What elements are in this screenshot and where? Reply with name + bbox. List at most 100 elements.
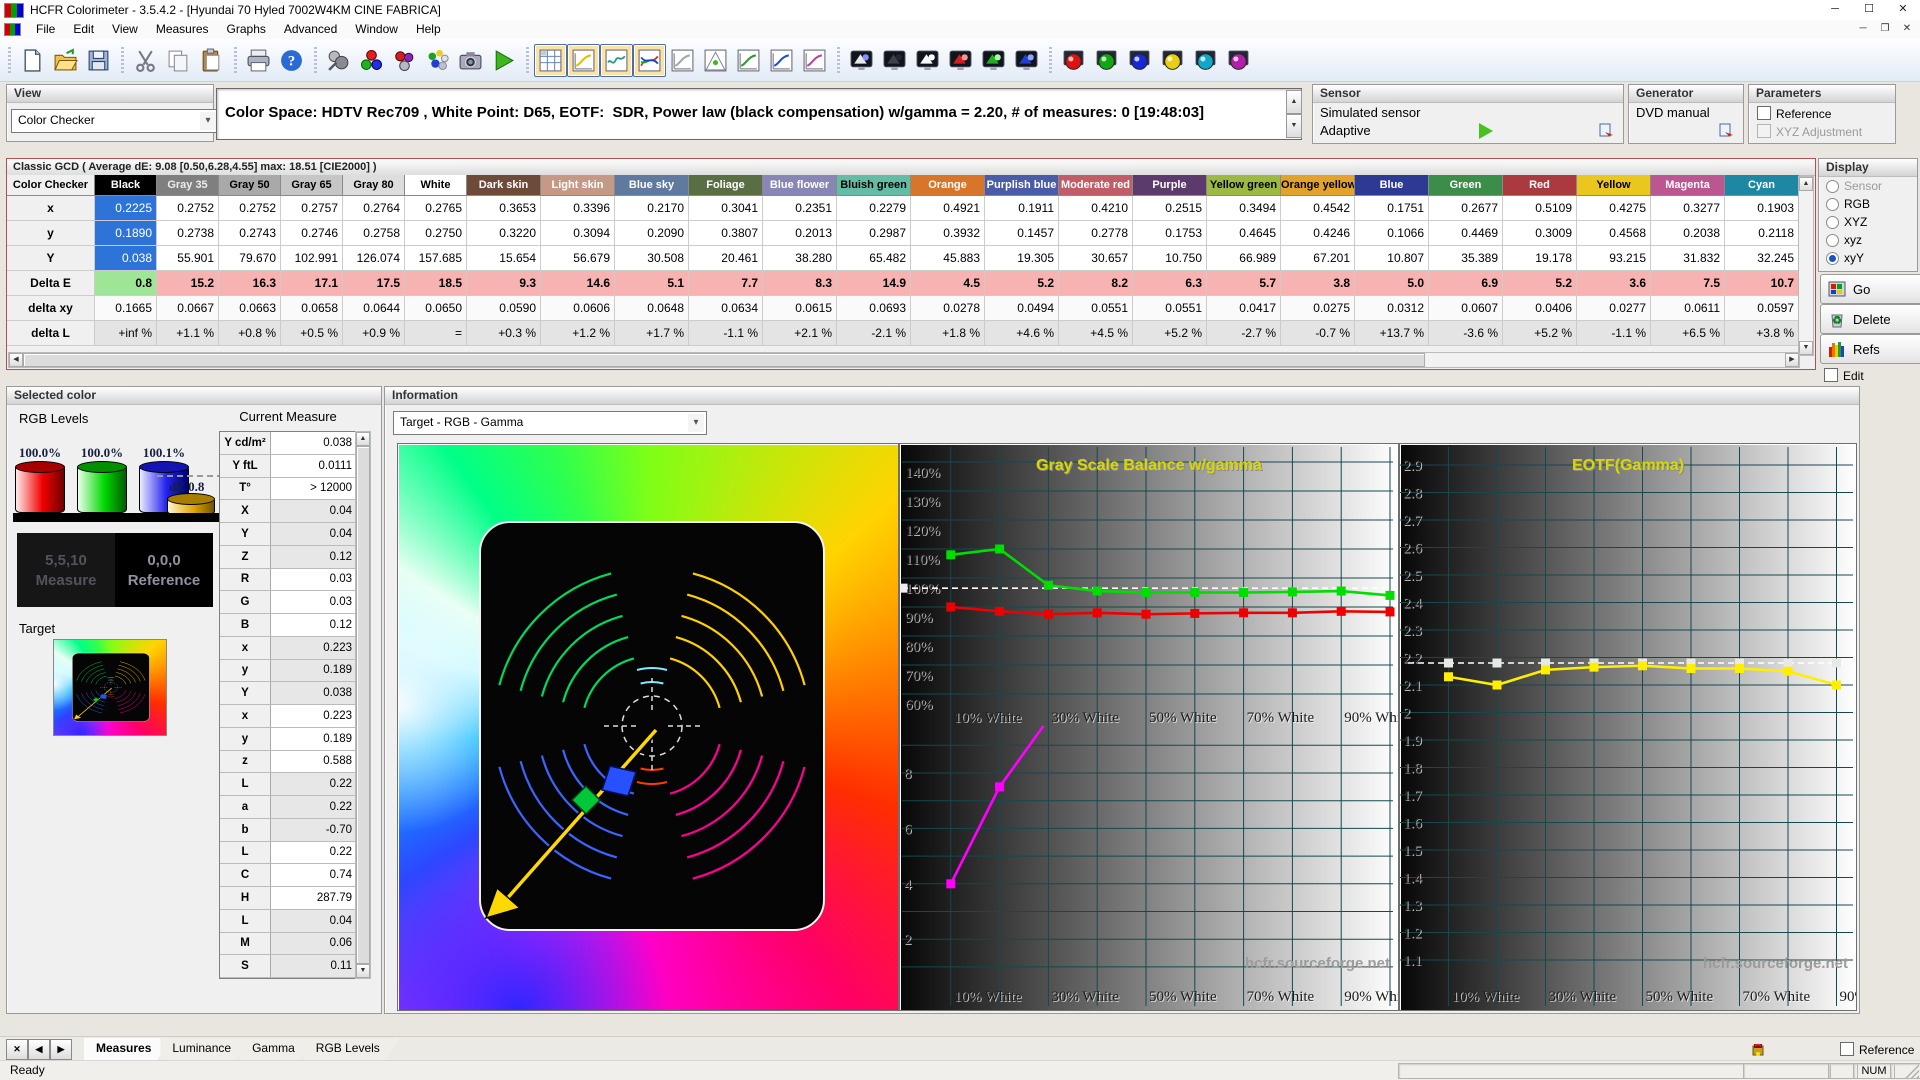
print-button[interactable] xyxy=(242,44,275,77)
table-cell[interactable]: 35.389 xyxy=(1429,246,1503,271)
spin-down-icon[interactable]: ▼ xyxy=(1286,114,1302,138)
table-cell[interactable]: 9.3 xyxy=(467,271,541,296)
table-cell[interactable]: 65.482 xyxy=(837,246,911,271)
measure-sat-green-button[interactable] xyxy=(977,44,1010,77)
view-colortemp-button[interactable] xyxy=(699,44,732,77)
table-cell[interactable]: 0.2038 xyxy=(1651,221,1725,246)
tab-rgb-levels[interactable]: RGB Levels xyxy=(304,1038,400,1060)
next-tab-icon[interactable]: ▶ xyxy=(50,1039,72,1060)
menu-graphs[interactable]: Graphs xyxy=(218,22,275,36)
sensor-config-icon[interactable] xyxy=(1599,123,1615,137)
table-cell[interactable]: 0.1457 xyxy=(985,221,1059,246)
table-cell[interactable]: 0.0658 xyxy=(281,296,343,321)
column-header[interactable]: Yellow xyxy=(1577,175,1651,196)
row-label[interactable]: delta L xyxy=(7,321,95,346)
table-cell[interactable]: +0.5 % xyxy=(281,321,343,346)
display-option-xyz[interactable]: xyz xyxy=(1819,231,1917,249)
table-cell[interactable]: 0.0417 xyxy=(1207,296,1281,321)
table-cell[interactable]: 7.7 xyxy=(689,271,763,296)
table-cell[interactable]: 0.0607 xyxy=(1429,296,1503,321)
table-cell[interactable]: +4.6 % xyxy=(985,321,1059,346)
about-button[interactable]: ? xyxy=(275,44,308,77)
table-cell[interactable]: 0.4542 xyxy=(1281,196,1355,221)
table-cell[interactable]: 15.654 xyxy=(467,246,541,271)
table-cell[interactable]: 3.8 xyxy=(1281,271,1355,296)
cut-button[interactable] xyxy=(129,44,162,77)
bottom-reference-checkbox[interactable]: Reference xyxy=(1840,1042,1914,1057)
table-cell[interactable]: 0.4645 xyxy=(1207,221,1281,246)
column-header[interactable]: Purple xyxy=(1133,175,1207,196)
view-shift-button[interactable] xyxy=(765,44,798,77)
table-cell[interactable]: 0.2170 xyxy=(615,196,689,221)
sensor-play-icon[interactable] xyxy=(1479,123,1493,139)
column-header[interactable]: Gray 35 xyxy=(157,175,219,196)
column-header[interactable]: Gray 65 xyxy=(281,175,343,196)
table-cell[interactable]: +1.7 % xyxy=(615,321,689,346)
table-cell[interactable]: 18.5 xyxy=(405,271,467,296)
column-header[interactable]: Blue sky xyxy=(615,175,689,196)
table-cell[interactable]: 0.0663 xyxy=(219,296,281,321)
table-cell[interactable]: 14.6 xyxy=(541,271,615,296)
table-cell[interactable]: 0.1751 xyxy=(1355,196,1429,221)
close-tab-icon[interactable]: ✕ xyxy=(6,1039,28,1060)
table-cell[interactable]: 67.201 xyxy=(1281,246,1355,271)
table-cell[interactable]: 93.215 xyxy=(1577,246,1651,271)
table-cell[interactable]: 0.4469 xyxy=(1429,221,1503,246)
column-header[interactable]: Foliage xyxy=(689,175,763,196)
table-cell[interactable]: 0.0615 xyxy=(763,296,837,321)
view-saturation-button[interactable] xyxy=(732,44,765,77)
table-cell[interactable]: 0.3653 xyxy=(467,196,541,221)
table-cell[interactable]: 0.0634 xyxy=(689,296,763,321)
table-cell[interactable]: 157.685 xyxy=(405,246,467,271)
generator-config-icon[interactable] xyxy=(1719,123,1735,137)
scroll-left-icon[interactable]: ◀ xyxy=(9,353,23,367)
measure-scrollbar[interactable]: ▲ ▼ xyxy=(355,431,371,979)
reference-checkbox[interactable]: Reference xyxy=(1757,106,1831,121)
table-cell[interactable]: 0.038 xyxy=(95,246,157,271)
table-cell[interactable]: 102.991 xyxy=(281,246,343,271)
table-cell[interactable]: +1.1 % xyxy=(157,321,219,346)
sensor-config-button[interactable] xyxy=(322,44,355,77)
scroll-thumb[interactable] xyxy=(23,353,1425,367)
table-cell[interactable]: 0.0693 xyxy=(837,296,911,321)
table-cell[interactable]: +5.2 % xyxy=(1503,321,1577,346)
table-cell[interactable]: 0.4568 xyxy=(1577,221,1651,246)
row-label[interactable]: y xyxy=(7,221,95,246)
table-cell[interactable]: 5.7 xyxy=(1207,271,1281,296)
table-cell[interactable]: 5.2 xyxy=(985,271,1059,296)
row-label[interactable]: Delta E xyxy=(7,271,95,296)
display-option-xyz[interactable]: XYZ xyxy=(1819,213,1917,231)
table-cell[interactable]: 0.2738 xyxy=(157,221,219,246)
table-cell[interactable]: 0.0275 xyxy=(1281,296,1355,321)
table-cell[interactable]: 0.1890 xyxy=(95,221,157,246)
colorchecker-button[interactable] xyxy=(421,44,454,77)
bottom-reference-checkbox-box[interactable] xyxy=(1840,1042,1854,1056)
table-cell[interactable]: 31.832 xyxy=(1651,246,1725,271)
column-header[interactable]: Blue flower xyxy=(763,175,837,196)
measure-cyan-button[interactable] xyxy=(1189,44,1222,77)
table-cell[interactable]: 0.3932 xyxy=(911,221,985,246)
table-cell[interactable]: 55.901 xyxy=(157,246,219,271)
table-cell[interactable]: 0.2778 xyxy=(1059,221,1133,246)
table-cell[interactable]: 0.2750 xyxy=(405,221,467,246)
table-cell[interactable]: +3.8 % xyxy=(1725,321,1799,346)
table-cell[interactable]: 0.3396 xyxy=(541,196,615,221)
table-cell[interactable]: 0.1903 xyxy=(1725,196,1799,221)
column-header[interactable]: Blue xyxy=(1355,175,1429,196)
delete-button[interactable]: ♻ Delete xyxy=(1820,304,1920,334)
tab-measures[interactable]: Measures xyxy=(84,1038,171,1060)
tab-luminance[interactable]: Luminance xyxy=(160,1038,251,1060)
measure-grayscale-button[interactable] xyxy=(845,44,878,77)
menu-edit[interactable]: Edit xyxy=(64,22,103,36)
table-cell[interactable]: 0.0597 xyxy=(1725,296,1799,321)
table-cell[interactable]: 0.3009 xyxy=(1503,221,1577,246)
table-cell[interactable]: 14.9 xyxy=(837,271,911,296)
table-cell[interactable]: +inf % xyxy=(95,321,157,346)
table-cell[interactable]: 0.2515 xyxy=(1133,196,1207,221)
measure-sat-red-button[interactable] xyxy=(944,44,977,77)
menu-window[interactable]: Window xyxy=(346,22,407,36)
column-header[interactable]: Red xyxy=(1503,175,1577,196)
table-cell[interactable]: -1.1 % xyxy=(1577,321,1651,346)
table-cell[interactable]: 19.178 xyxy=(1503,246,1577,271)
column-header[interactable]: Moderate red xyxy=(1059,175,1133,196)
